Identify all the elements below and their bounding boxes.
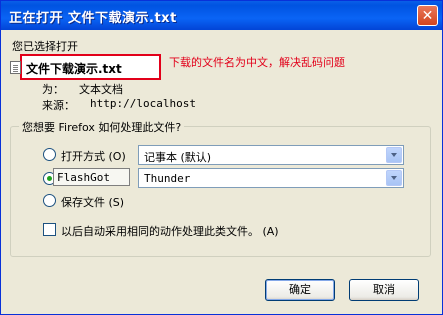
download-dialog: 正在打开 文件下载演示.txt ✕ 您已选择打开 文件下载演示.txt 下载的文… (0, 0, 443, 315)
close-icon: ✕ (421, 8, 434, 24)
open-with-label[interactable]: 打开方式 (O) (61, 148, 126, 164)
open-with-value: 记事本 (默认) (144, 151, 212, 164)
cancel-button[interactable]: 取消 (349, 279, 419, 301)
save-file-radio[interactable] (43, 194, 56, 207)
filename-annotation: 下载的文件名为中文，解决乱码问题 (169, 56, 345, 69)
title-bar[interactable]: 正在打开 文件下载演示.txt ✕ (1, 1, 442, 30)
chosen-label: 您已选择打开 (12, 40, 78, 53)
flashgot-label-box[interactable]: FlashGot (53, 168, 130, 186)
save-file-label[interactable]: 保存文件 (S) (61, 194, 124, 210)
flashgot-label: FlashGot (57, 171, 110, 184)
chevron-down-icon[interactable] (386, 170, 402, 186)
open-with-radio[interactable] (43, 148, 56, 161)
file-name: 文件下载演示.txt (26, 62, 122, 76)
chevron-down-icon[interactable] (386, 147, 402, 163)
ok-button[interactable]: 确定 (265, 279, 335, 301)
type-label: 为： (42, 83, 64, 96)
auto-action-checkbox[interactable] (43, 223, 56, 236)
from-value: http://localhost (90, 97, 196, 110)
open-with-select[interactable]: 记事本 (默认) (138, 145, 404, 165)
action-question: 您想要 Firefox 如何处理此文件? (19, 119, 185, 135)
auto-action-label[interactable]: 以后自动采用相同的动作处理此类文件。 (A) (61, 223, 279, 239)
type-value: 文本文档 (79, 83, 123, 96)
flashgot-value: Thunder (144, 172, 191, 185)
from-label: 来源： (42, 99, 75, 112)
close-button[interactable]: ✕ (417, 5, 438, 26)
flashgot-select[interactable]: Thunder (138, 168, 404, 188)
window-title: 正在打开 文件下载演示.txt (9, 11, 177, 26)
text-file-icon (10, 61, 21, 74)
